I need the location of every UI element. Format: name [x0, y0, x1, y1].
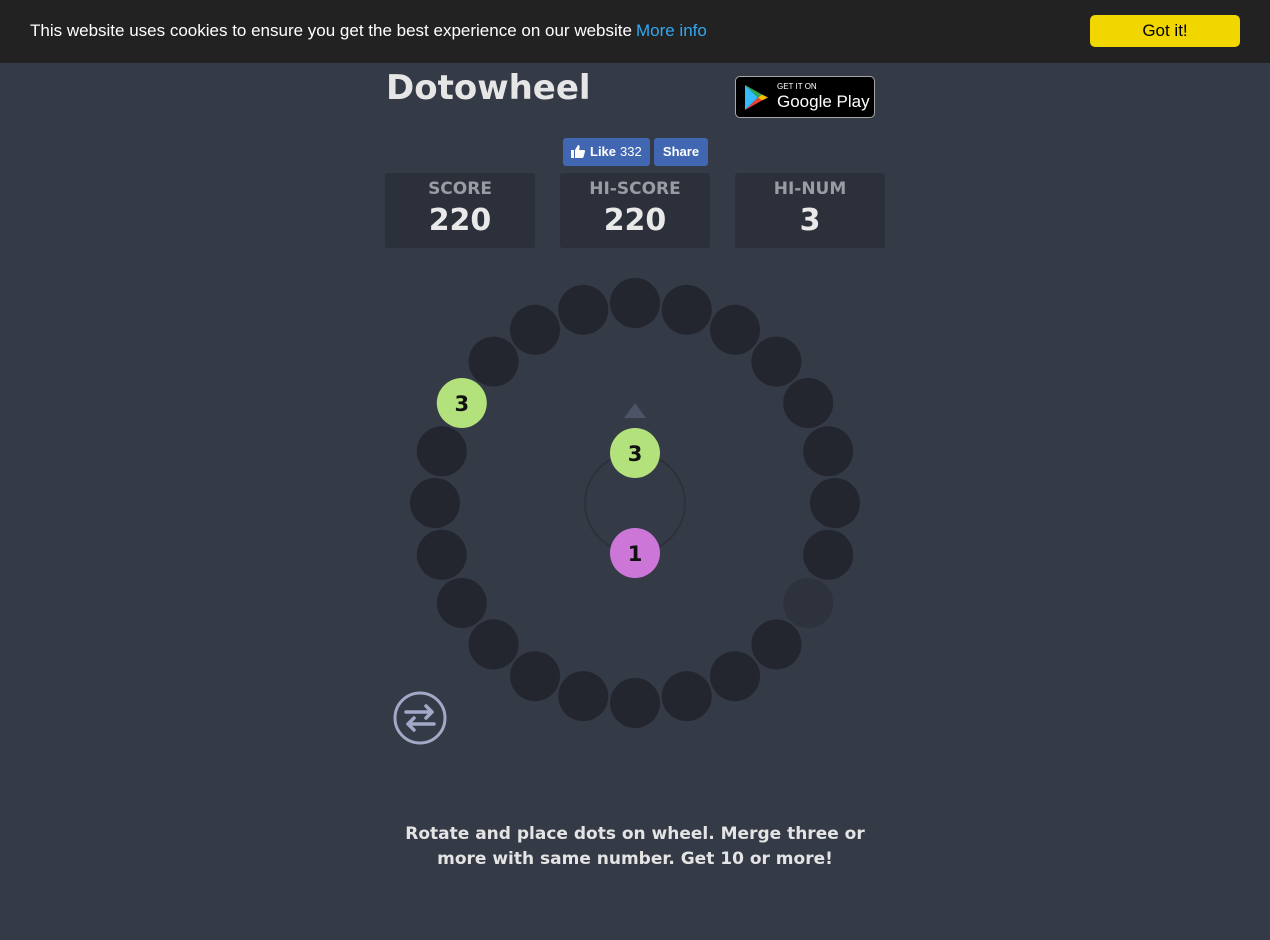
wheel-slot[interactable] — [416, 426, 467, 477]
wheel-slot[interactable] — [661, 284, 712, 335]
wheel-slot[interactable] — [783, 578, 834, 628]
current-dot-number: 3 — [628, 442, 643, 466]
wheel-slot[interactable] — [710, 651, 760, 702]
wheel-slot[interactable] — [783, 378, 834, 428]
wheel-slot[interactable] — [558, 671, 609, 722]
wheel-slot[interactable] — [558, 284, 609, 335]
wheel-slot[interactable] — [751, 336, 802, 387]
wheel-slot[interactable] — [751, 619, 802, 670]
pointer-arrow-icon — [624, 403, 646, 418]
next-dot: 1 — [610, 528, 660, 578]
wheel-slot[interactable] — [410, 478, 460, 528]
wheel-slot[interactable] — [436, 578, 487, 628]
wheel-slot[interactable] — [661, 671, 712, 722]
next-dot-number: 1 — [628, 542, 643, 566]
wheel-slot[interactable] — [803, 529, 854, 580]
current-dot: 3 — [610, 428, 660, 478]
game-wheel[interactable]: 3 3 1 — [0, 0, 1270, 940]
wheel-slot[interactable] — [810, 478, 860, 528]
wheel-slot[interactable] — [610, 678, 660, 728]
wheel-slot[interactable] — [710, 304, 760, 355]
wheel-slot[interactable] — [610, 278, 660, 328]
wheel-slot[interactable] — [803, 426, 854, 477]
wheel-slot[interactable] — [510, 651, 560, 702]
swap-icon[interactable] — [393, 691, 447, 745]
wheel-slot[interactable] — [468, 336, 519, 387]
wheel-slot[interactable] — [416, 529, 467, 580]
wheel-dot-number: 3 — [454, 392, 469, 416]
wheel-dot[interactable]: 3 — [436, 378, 487, 428]
instructions-text: Rotate and place dots on wheel. Merge th… — [405, 824, 865, 869]
wheel-slot[interactable] — [468, 619, 519, 670]
wheel-slot[interactable] — [510, 304, 560, 355]
